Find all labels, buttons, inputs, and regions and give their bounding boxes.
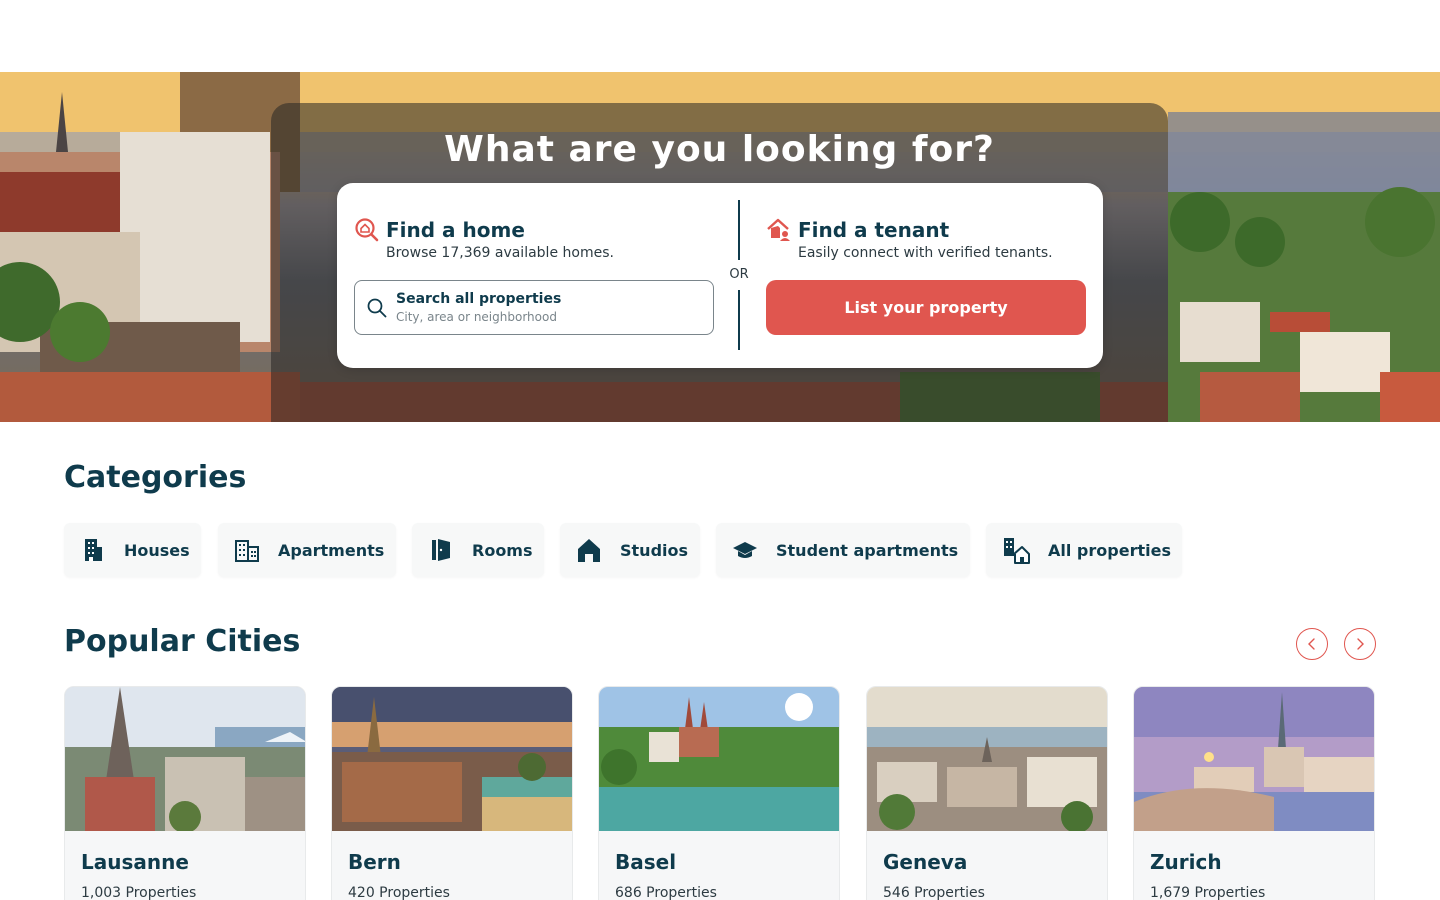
category-label: Student apartments [776,540,959,560]
city-card-geneva[interactable]: Geneva 546 Properties [866,686,1108,900]
category-all-properties[interactable]: All properties [986,523,1182,577]
city-property-count: 546 Properties [883,885,985,900]
or-label: OR [726,267,752,282]
graduation-cap-icon [733,542,757,558]
city-property-count: 420 Properties [348,885,450,900]
find-home-section: Find a home Browse 17,369 available home… [354,183,714,368]
city-name: Basel [615,850,677,874]
city-property-count: 686 Properties [615,885,717,900]
carousel-prev-button[interactable] [1296,628,1328,660]
top-navigation-bar [0,0,1440,72]
city-card-bern[interactable]: Bern 420 Properties [331,686,573,900]
category-label: Studios [620,540,689,560]
apartment-building-icon [235,540,259,562]
find-tenant-heading: Find a tenant [798,218,950,242]
search-icon [367,298,387,318]
chevron-left-icon [1308,638,1315,650]
city-card-zurich[interactable]: Zurich 1,679 Properties [1133,686,1375,900]
category-label: Apartments [278,540,385,560]
city-name: Zurich [1150,850,1222,874]
hero-title: What are you looking for? [444,129,995,170]
category-label: Rooms [472,540,533,560]
door-icon [432,539,450,561]
city-property-count: 1,679 Properties [1150,885,1266,900]
home-icon [578,539,600,562]
popular-cities-title: Popular Cities [64,624,301,659]
chevron-right-icon [1357,638,1364,650]
search-input-label: Search all properties [396,291,562,307]
city-image [867,687,1107,831]
home-search-icon [355,218,379,242]
building-icon [85,539,102,561]
search-input-placeholder: City, area or neighborhood [396,310,557,324]
city-image [599,687,839,831]
category-student-apartments[interactable]: Student apartments [716,523,970,577]
city-home-icon [1004,538,1030,564]
or-divider: OR [726,200,752,350]
find-tenant-section: Find a tenant Easily connect with verifi… [766,183,1086,368]
city-name: Geneva [883,850,968,874]
categories-title: Categories [64,460,247,495]
city-name: Bern [348,850,401,874]
city-image [332,687,572,831]
city-name: Lausanne [81,850,189,874]
carousel-next-button[interactable] [1344,628,1376,660]
category-houses[interactable]: Houses [64,523,201,577]
find-tenant-subtitle: Easily connect with verified tenants. [798,245,1053,261]
home-user-icon [767,218,790,241]
category-rooms[interactable]: Rooms [412,523,544,577]
category-label: All properties [1048,540,1171,560]
list-property-button[interactable]: List your property [766,280,1086,335]
category-studios[interactable]: Studios [560,523,700,577]
city-card-lausanne[interactable]: Lausanne 1,003 Properties [64,686,306,900]
find-home-subtitle: Browse 17,369 available homes. [386,245,614,261]
category-apartments[interactable]: Apartments [218,523,396,577]
property-search-input[interactable]: Search all properties City, area or neig… [354,280,714,335]
city-image [1134,687,1374,831]
search-card: Find a home Browse 17,369 available home… [337,183,1103,368]
category-label: Houses [124,540,190,560]
city-card-basel[interactable]: Basel 686 Properties [598,686,840,900]
find-home-heading: Find a home [386,218,525,242]
city-image [65,687,305,831]
city-property-count: 1,003 Properties [81,885,197,900]
